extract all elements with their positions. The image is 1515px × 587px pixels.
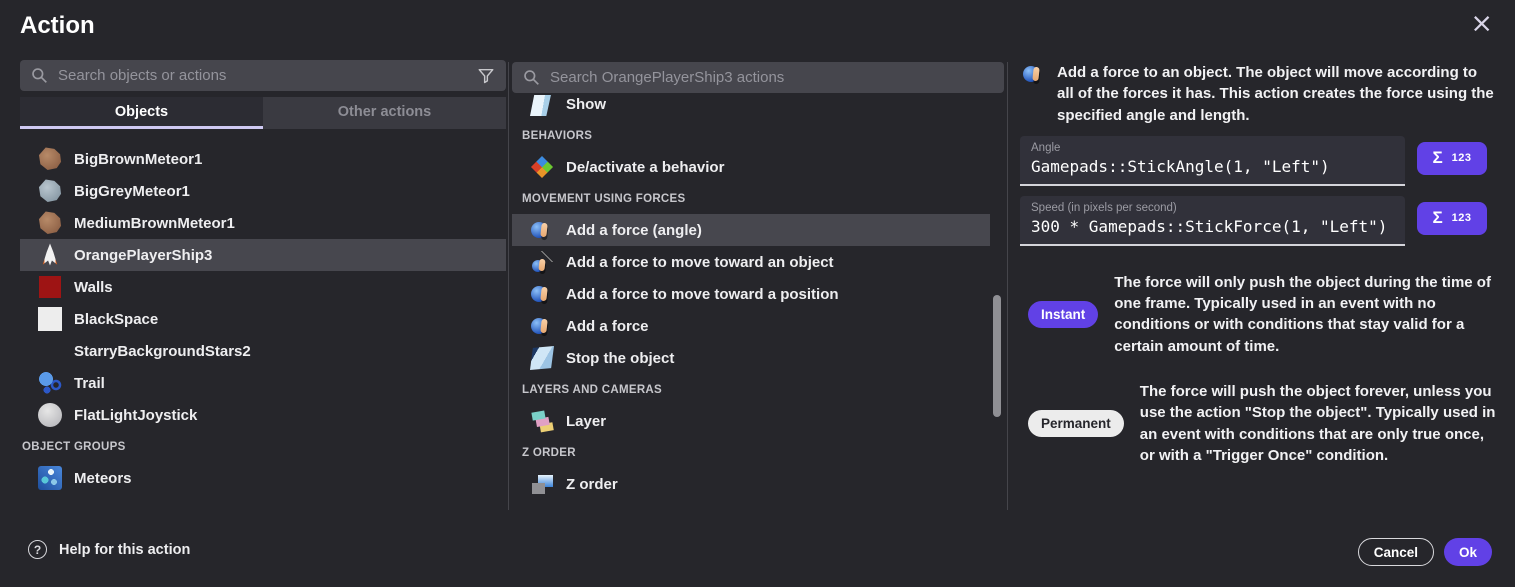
objects-search-input[interactable] — [58, 67, 467, 84]
force-icon — [530, 218, 554, 242]
expression-input[interactable] — [1031, 217, 1394, 236]
force-type-note: Instant The force will only push the obj… — [1020, 272, 1496, 357]
section-header-z-order: Z ORDER — [512, 437, 1004, 468]
section-header-layers-and-cameras: LAYERS AND CAMERAS — [512, 374, 1004, 405]
action-row-add-a-force[interactable]: Add a force — [512, 310, 1004, 342]
object-row-biggreymeteor1[interactable]: BigGreyMeteor1 — [20, 175, 506, 207]
force-type-description: The force will push the object forever, … — [1140, 381, 1496, 466]
force-type-note: Permanent The force will push the object… — [1020, 381, 1496, 466]
force-icon — [530, 282, 554, 306]
show-icon — [530, 95, 554, 116]
footer-buttons: Cancel Ok — [1358, 538, 1492, 566]
section-header-movement-using-forces: MOVEMENT USING FORCES — [512, 183, 1004, 214]
force-icon — [530, 314, 554, 338]
help-label: Help for this action — [59, 542, 190, 558]
meteor-brown-icon — [38, 211, 62, 235]
cancel-button[interactable]: Cancel — [1358, 538, 1434, 566]
object-row-walls[interactable]: Walls — [20, 271, 506, 303]
actions-panel: Show BEHAVIORS De/activate a behavior MO… — [512, 62, 1004, 503]
help-icon: ? — [28, 540, 47, 559]
force-icon — [1022, 62, 1048, 88]
force-type-notes: Instant The force will only push the obj… — [1020, 272, 1496, 466]
section-header-object-groups: OBJECT GROUPS — [20, 431, 506, 462]
numbers-icon: 123 — [1452, 212, 1472, 224]
actions-list: Show BEHAVIORS De/activate a behavior MO… — [512, 95, 1004, 500]
action-row-show[interactable]: Show — [512, 95, 1004, 120]
objects-search-box — [20, 60, 506, 91]
objects-panel: Objects Other actions BigBrownMeteor1 Bi… — [20, 60, 506, 494]
action-details-panel: Add a force to an object. The object wil… — [1020, 62, 1496, 466]
object-row-mediumbrownmeteor1[interactable]: MediumBrownMeteor1 — [20, 207, 506, 239]
force-type-description: The force will only push the object duri… — [1114, 272, 1496, 357]
trail-icon — [38, 371, 62, 395]
objects-list: BigBrownMeteor1 BigGreyMeteor1 MediumBro… — [20, 143, 506, 494]
expression-input[interactable] — [1031, 157, 1394, 176]
action-row-add-a-force-to-move-toward-a-position[interactable]: Add a force to move toward a position — [512, 278, 1004, 310]
search-icon — [31, 67, 48, 84]
numbers-icon: 123 — [1452, 152, 1472, 164]
stop-icon — [530, 346, 554, 370]
panel-divider — [1007, 62, 1008, 510]
expression-field[interactable]: Speed (in pixels per second) — [1020, 196, 1405, 246]
parameter-fields: Angle Σ 123 Speed (in pixels per second)… — [1020, 136, 1496, 246]
actions-search-input[interactable] — [550, 69, 993, 86]
close-icon[interactable]: × — [1470, 10, 1493, 37]
ship-orange-icon — [38, 243, 62, 267]
expression-field-row-angle: Angle Σ 123 — [1020, 136, 1496, 186]
dialog-title: Action — [20, 12, 95, 40]
walls-icon — [39, 276, 61, 298]
starry-icon — [38, 339, 62, 363]
action-description: Add a force to an object. The object wil… — [1057, 62, 1496, 126]
object-row-trail[interactable]: Trail — [20, 367, 506, 399]
tab-other-actions[interactable]: Other actions — [263, 97, 506, 129]
action-dialog: Action × Objects Other actions BigBrownM… — [0, 0, 1515, 587]
action-row-add-a-force-to-move-toward-an-object[interactable]: Add a force to move toward an object — [512, 246, 1004, 278]
action-row-layer[interactable]: Layer — [512, 405, 1004, 437]
objects-tab-bar: Objects Other actions — [20, 97, 506, 129]
help-link[interactable]: ? Help for this action — [28, 540, 190, 559]
field-label: Angle — [1031, 142, 1394, 154]
object-row-flatlightjoystick[interactable]: FlatLightJoystick — [20, 399, 506, 431]
ok-button[interactable]: Ok — [1444, 538, 1492, 566]
filter-icon[interactable] — [477, 67, 495, 85]
actions-search-box — [512, 62, 1004, 93]
object-row-meteors[interactable]: Meteors — [20, 462, 506, 494]
expression-builder-button[interactable]: Σ 123 — [1417, 202, 1487, 235]
object-row-bigbrownmeteor1[interactable]: BigBrownMeteor1 — [20, 143, 506, 175]
action-description-row: Add a force to an object. The object wil… — [1020, 62, 1496, 126]
force-type-badge[interactable]: Instant — [1028, 301, 1098, 328]
expression-field-row-speed-in-pixels-per-second: Speed (in pixels per second) Σ 123 — [1020, 196, 1496, 246]
action-row-add-a-force-angle[interactable]: Add a force (angle) — [512, 214, 990, 246]
force-type-badge[interactable]: Permanent — [1028, 410, 1124, 437]
object-row-orangeplayership3[interactable]: OrangePlayerShip3 — [20, 239, 506, 271]
force-object-icon — [530, 250, 554, 274]
expression-builder-button[interactable]: Σ 123 — [1417, 142, 1487, 175]
search-icon — [523, 69, 540, 86]
meteor-grey-icon — [38, 179, 62, 203]
behavior-icon — [530, 155, 554, 179]
sigma-icon: Σ — [1432, 208, 1442, 228]
actions-scrollbar-thumb[interactable] — [993, 295, 1001, 417]
meteor-brown-icon — [38, 147, 62, 171]
zorder-icon — [530, 472, 554, 496]
action-row-de-activate-a-behavior[interactable]: De/activate a behavior — [512, 151, 1004, 183]
actions-list-viewport: Show BEHAVIORS De/activate a behavior MO… — [512, 95, 1004, 503]
blackspace-icon — [38, 307, 62, 331]
field-label: Speed (in pixels per second) — [1031, 202, 1394, 214]
object-row-blackspace[interactable]: BlackSpace — [20, 303, 506, 335]
sigma-icon: Σ — [1432, 148, 1442, 168]
action-row-stop-the-object[interactable]: Stop the object — [512, 342, 1004, 374]
group-meteors-icon — [38, 466, 62, 490]
layer-icon — [528, 407, 556, 435]
object-row-starrybackgroundstars2[interactable]: StarryBackgroundStars2 — [20, 335, 506, 367]
joystick-icon — [38, 403, 62, 427]
action-row-z-order[interactable]: Z order — [512, 468, 1004, 500]
tab-objects[interactable]: Objects — [20, 97, 263, 129]
section-header-behaviors: BEHAVIORS — [512, 120, 1004, 151]
expression-field[interactable]: Angle — [1020, 136, 1405, 186]
panel-divider — [508, 62, 509, 510]
